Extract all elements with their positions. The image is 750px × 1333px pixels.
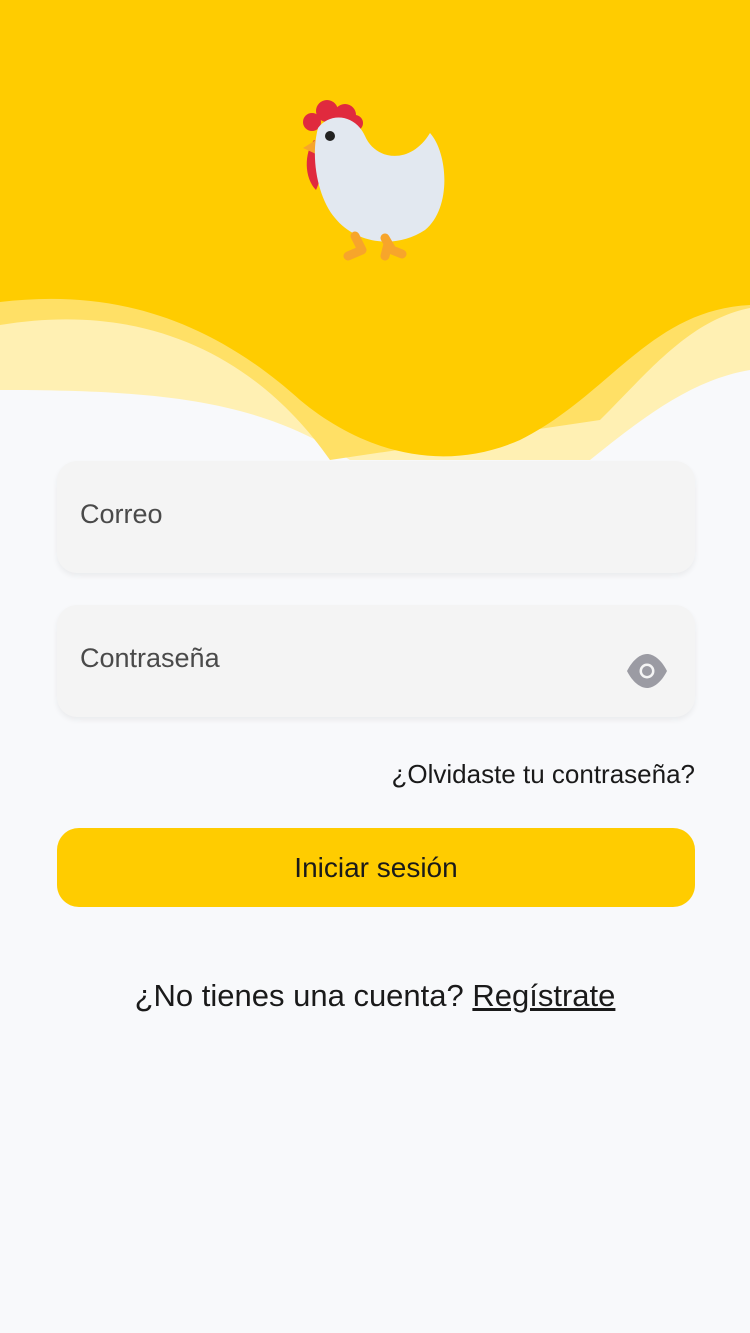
password-field[interactable]: Contraseña bbox=[57, 605, 695, 717]
header-banner bbox=[0, 0, 750, 470]
login-screen: Correo Contraseña ¿Olvidaste tu contrase… bbox=[0, 0, 750, 1333]
eye-icon[interactable] bbox=[625, 653, 669, 689]
email-field[interactable]: Correo bbox=[57, 461, 695, 573]
signup-prompt: ¿No tienes una cuenta? Regístrate bbox=[0, 978, 750, 1014]
signup-prompt-text: ¿No tienes una cuenta? bbox=[134, 978, 464, 1013]
signup-link[interactable]: Regístrate bbox=[472, 978, 615, 1013]
login-button[interactable]: Iniciar sesión bbox=[57, 828, 695, 907]
forgot-password-link[interactable]: ¿Olvidaste tu contraseña? bbox=[392, 759, 696, 790]
chicken-icon bbox=[303, 100, 445, 261]
